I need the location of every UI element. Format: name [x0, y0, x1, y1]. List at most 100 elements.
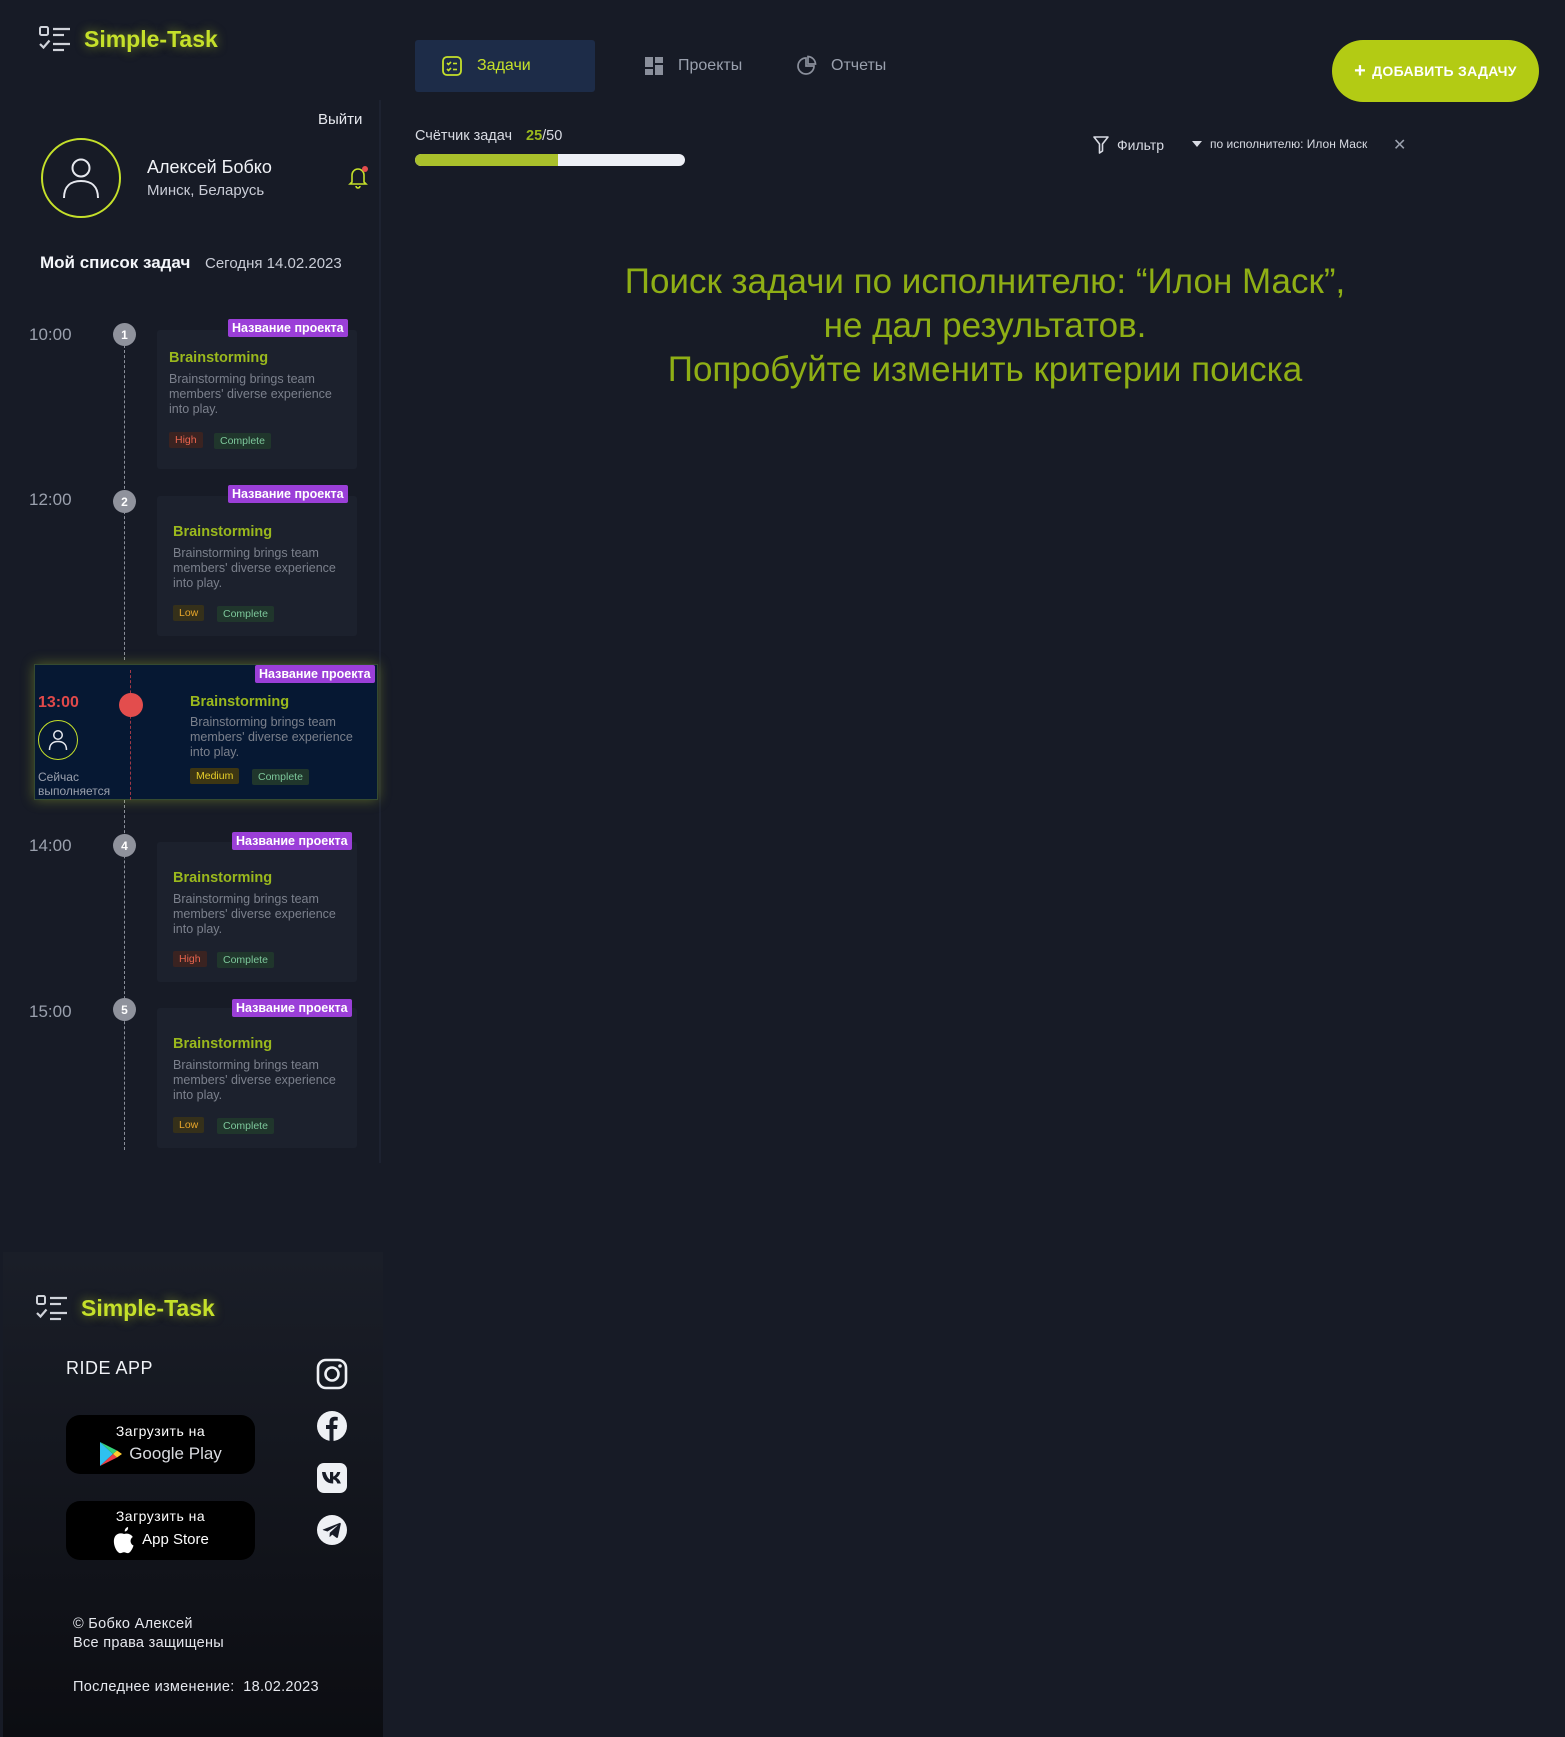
task-number: 1	[113, 323, 136, 346]
caret-down-icon	[1192, 141, 1202, 147]
notification-bell-icon[interactable]	[347, 165, 369, 189]
task-card[interactable]: Название проекта Brainstorming Brainstor…	[157, 485, 357, 636]
priority-badge: High	[173, 951, 207, 967]
filter-criteria-dropdown[interactable]: по исполнителю: Илон Маск	[1192, 137, 1367, 151]
app-store-top-text: Загрузить на	[115, 1507, 206, 1524]
empty-message-line: Попробуйте изменить критерии поиска	[667, 350, 1303, 389]
task-time: 15:00	[29, 1002, 72, 1021]
user-icon	[63, 158, 99, 199]
telegram-icon[interactable]	[316, 1514, 348, 1546]
vk-icon[interactable]	[316, 1462, 348, 1494]
project-badge: Название проекта	[232, 999, 352, 1017]
current-indicator-dot	[119, 693, 143, 717]
task-number: 2	[113, 490, 136, 513]
priority-badge: High	[169, 432, 203, 448]
task-counter-done: 25	[526, 128, 543, 144]
status-badge: Complete	[214, 433, 271, 449]
last-modified-date: 18.02.2023	[243, 1679, 319, 1695]
checklist-logo-icon	[36, 1295, 67, 1321]
task-title: Brainstorming	[173, 524, 273, 540]
task-progress-bar	[415, 154, 685, 166]
app-store-button[interactable]: Загрузить на App Store	[66, 1501, 255, 1560]
ride-app-heading: RIDE APP	[66, 1358, 154, 1378]
copyright-line: Все права защищены	[73, 1635, 225, 1651]
google-play-button[interactable]: Загрузить на Google Play	[66, 1415, 255, 1474]
project-badge: Название проекта	[232, 832, 352, 850]
footer-brand-logo[interactable]: Simple-Task	[35, 1293, 215, 1323]
project-badge: Название проекта	[255, 665, 375, 683]
task-card[interactable]: Название проекта Brainstorming Brainstor…	[157, 832, 357, 982]
task-list-title: Мой список задач	[40, 253, 191, 272]
priority-badge: Medium	[190, 768, 240, 784]
task-title: Brainstorming	[169, 350, 269, 366]
google-play-top-text: Загрузить на	[115, 1422, 206, 1439]
task-counter-value: 25/50	[526, 128, 562, 144]
filter-icon	[1093, 136, 1109, 154]
empty-message-line: Поиск задачи по исполнителю: “Илон Маск”…	[624, 262, 1346, 301]
status-badge: Complete	[217, 952, 274, 968]
task-list-date: Сегодня 14.02.2023	[205, 255, 342, 272]
task-progress-fill	[415, 154, 559, 166]
close-icon[interactable]: ✕	[1393, 135, 1406, 155]
tab-tasks[interactable]: Задачи	[415, 40, 595, 92]
checklist-logo-icon	[39, 26, 70, 52]
empty-message-line: не дал результатов.	[823, 306, 1147, 345]
avatar[interactable]	[41, 138, 121, 218]
brand-name: Simple-Task	[84, 25, 218, 52]
tab-reports-label: Отчеты	[831, 57, 887, 74]
assignee-avatar[interactable]	[38, 720, 78, 760]
user-name: Алексей Бобко	[147, 157, 272, 177]
add-task-label: ДОБАВИТЬ ЗАДАЧУ	[1372, 63, 1517, 79]
plus-icon: +	[1354, 60, 1367, 82]
add-task-button[interactable]: + ДОБАВИТЬ ЗАДАЧУ	[1332, 40, 1539, 102]
tab-projects[interactable]: Проекты	[644, 52, 742, 80]
user-icon	[48, 730, 68, 751]
task-card[interactable]: Название проекта Brainstorming Brainstor…	[157, 999, 357, 1148]
task-counter-total: /50	[542, 128, 563, 144]
empty-result-message: Поиск задачи по исполнителю: “Илон Маск”…	[470, 260, 1500, 392]
logout-link[interactable]: Выйти	[318, 111, 362, 128]
copyright: © Бобко Алексей Все права защищены	[73, 1615, 224, 1653]
app-store-label: App Store	[142, 1531, 209, 1548]
task-description: Brainstorming brings team members' diver…	[173, 1058, 336, 1102]
filter-button[interactable]: Фильтр	[1093, 136, 1164, 154]
current-timeline-line	[130, 670, 131, 800]
footer	[3, 1252, 383, 1737]
filter-label: Фильтр	[1117, 137, 1165, 153]
filter-criteria-text: по исполнителю: Илон Маск	[1210, 137, 1368, 151]
task-title: Brainstorming	[173, 1036, 273, 1052]
copyright-line: © Бобко Алексей	[73, 1616, 193, 1632]
task-card[interactable]: Название проекта Brainstorming Brainstor…	[157, 319, 357, 469]
user-city: Минск, Беларусь	[147, 182, 265, 199]
priority-badge: Low	[173, 605, 205, 621]
projects-icon	[645, 57, 663, 75]
google-play-label: Google Play	[129, 1443, 222, 1463]
brand-name: Simple-Task	[81, 1294, 215, 1321]
status-badge: Complete	[217, 1118, 274, 1134]
task-description: Brainstorming brings team members' diver…	[169, 372, 332, 416]
project-badge: Название проекта	[228, 485, 348, 503]
task-title[interactable]: Brainstorming	[190, 694, 289, 710]
now-running-label: Сейчас выполняется	[38, 770, 111, 798]
google-play-icon	[100, 1441, 123, 1466]
brand-logo[interactable]: Simple-Task	[38, 24, 218, 54]
task-number: 5	[113, 998, 136, 1021]
task-time: 14:00	[29, 836, 72, 855]
tasks-icon	[442, 56, 462, 76]
task-time: 12:00	[29, 490, 72, 509]
instagram-icon[interactable]	[316, 1358, 348, 1390]
facebook-icon[interactable]	[316, 1410, 348, 1442]
task-counter-label: Счётчик задач	[415, 128, 513, 144]
task-description: Brainstorming brings team members' diver…	[173, 892, 336, 936]
priority-badge: Low	[173, 1117, 205, 1133]
current-task-time: 13:00	[38, 694, 79, 711]
tab-projects-label: Проекты	[678, 57, 743, 74]
task-description: Brainstorming brings team members' diver…	[190, 715, 353, 759]
tab-tasks-label: Задачи	[477, 57, 531, 74]
project-badge: Название проекта	[228, 319, 348, 337]
task-title: Brainstorming	[173, 870, 273, 886]
last-modified: Последнее изменение: 18.02.2023	[73, 1679, 319, 1695]
task-number: 4	[113, 834, 136, 857]
tab-reports[interactable]: Отчеты	[795, 52, 886, 80]
task-time: 10:00	[29, 325, 72, 344]
